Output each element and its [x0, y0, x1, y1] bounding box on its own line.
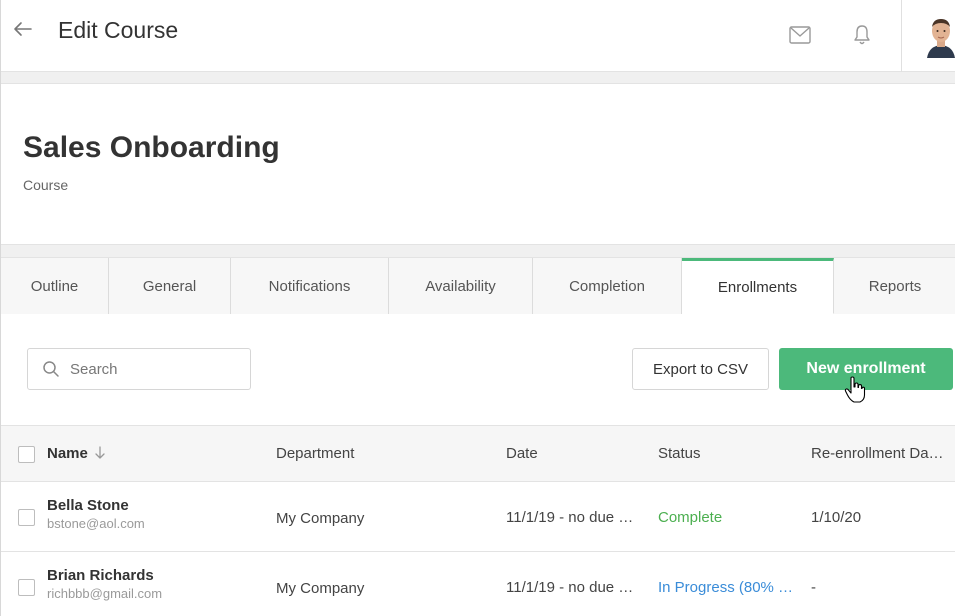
department-cell: My Company — [276, 510, 365, 527]
tab-bar: Outline General Notifications Availabili… — [1, 258, 955, 314]
new-enrollment-button[interactable]: New enrollment — [779, 348, 953, 390]
date-cell: 11/1/19 - no due … — [506, 509, 634, 526]
tab-outline[interactable]: Outline — [1, 258, 109, 314]
status-cell: Complete — [658, 509, 723, 526]
person-cell: Bella Stone bstone@aol.com — [47, 497, 145, 531]
date-cell: 11/1/19 - no due … — [506, 579, 634, 596]
tab-notifications[interactable]: Notifications — [231, 258, 389, 314]
sort-down-icon[interactable] — [94, 446, 106, 460]
back-arrow-icon[interactable] — [11, 18, 33, 40]
row-checkbox[interactable] — [18, 509, 35, 526]
reenrollment-date-cell: 1/10/20 — [811, 509, 862, 526]
bell-icon[interactable] — [853, 23, 871, 47]
header-divider — [901, 0, 902, 72]
tab-enrollments[interactable]: Enrollments — [682, 258, 834, 314]
export-csv-button[interactable]: Export to CSV — [632, 348, 769, 390]
column-header-reenrollment-date[interactable]: Re-enrollment Da… — [811, 445, 944, 462]
course-title: Sales Onboarding — [23, 131, 280, 164]
tab-completion[interactable]: Completion — [533, 258, 682, 314]
person-email: richbbb@gmail.com — [47, 586, 163, 601]
tab-general[interactable]: General — [109, 258, 231, 314]
header-separator — [1, 72, 955, 84]
table-header: Name Department Date Status Re-enrollmen… — [1, 425, 955, 482]
table-row[interactable]: Bella Stone bstone@aol.com My Company 11… — [1, 483, 955, 552]
search-box[interactable] — [27, 348, 251, 390]
department-cell: My Company — [276, 580, 365, 597]
select-all-checkbox[interactable] — [18, 446, 35, 463]
course-type-label: Course — [23, 177, 69, 193]
column-header-status[interactable]: Status — [658, 445, 701, 462]
search-input[interactable] — [70, 360, 240, 378]
row-checkbox[interactable] — [18, 579, 35, 596]
column-name-label: Name — [47, 445, 88, 462]
top-bar: Edit Course — [1, 0, 955, 72]
reenrollment-date-cell: - — [811, 579, 816, 596]
column-header-name[interactable]: Name — [47, 445, 106, 462]
person-name[interactable]: Brian Richards — [47, 567, 162, 584]
status-cell: In Progress (80% … — [658, 579, 794, 596]
person-name[interactable]: Bella Stone — [47, 497, 145, 514]
tab-reports[interactable]: Reports — [834, 258, 955, 314]
column-header-date[interactable]: Date — [506, 445, 538, 462]
mail-icon[interactable] — [789, 26, 811, 44]
person-email: bstone@aol.com — [47, 516, 145, 531]
search-icon — [43, 361, 59, 377]
column-header-department[interactable]: Department — [276, 445, 354, 462]
avatar[interactable] — [921, 14, 955, 58]
hand-cursor-icon — [844, 376, 866, 403]
tab-availability[interactable]: Availability — [389, 258, 533, 314]
section-separator — [1, 244, 955, 258]
person-cell: Brian Richards richbbb@gmail.com — [47, 567, 162, 601]
page-title: Edit Course — [58, 17, 179, 43]
table-row[interactable]: Brian Richards richbbb@gmail.com My Comp… — [1, 553, 955, 616]
